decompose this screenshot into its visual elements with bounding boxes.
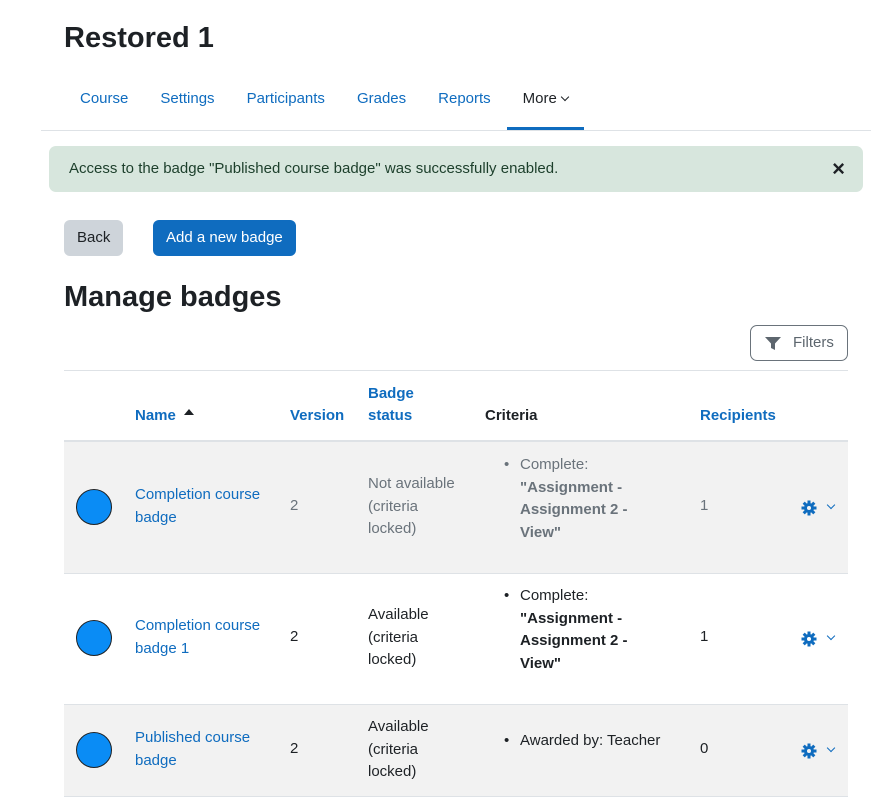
criteria-line3: View" bbox=[520, 654, 562, 672]
bullet-icon: • bbox=[504, 732, 510, 749]
criteria-line1: "Assignment - bbox=[520, 609, 623, 627]
nav-divider bbox=[41, 130, 871, 131]
nav-participants[interactable]: Participants bbox=[231, 72, 341, 130]
badge-image bbox=[76, 489, 112, 525]
badge-status: Not available (criteria locked) bbox=[368, 473, 478, 541]
status-line2: (criteria bbox=[368, 497, 419, 515]
th-criteria: Criteria bbox=[485, 407, 538, 424]
filters-label: Filters bbox=[793, 334, 834, 351]
criteria-line2: Assignment 2 - bbox=[520, 501, 628, 518]
nav-settings[interactable]: Settings bbox=[144, 72, 230, 130]
sort-ascending-icon bbox=[183, 409, 194, 415]
criteria-line3: View" bbox=[520, 523, 562, 541]
criteria-prefix: Complete: bbox=[520, 456, 589, 473]
section-title: Manage badges bbox=[64, 281, 282, 313]
nav-course[interactable]: Course bbox=[64, 72, 144, 130]
actions-menu[interactable] bbox=[801, 741, 841, 761]
gear-icon bbox=[801, 743, 817, 759]
nav-more-dropdown[interactable]: More bbox=[506, 72, 584, 130]
status-line1: Available bbox=[368, 606, 429, 623]
th-badge-status-line1: Badge bbox=[368, 385, 414, 402]
badge-image bbox=[76, 732, 112, 768]
status-line1: Available bbox=[368, 718, 429, 735]
criteria-line1: "Assignment - bbox=[520, 478, 623, 496]
nav-grades[interactable]: Grades bbox=[341, 72, 422, 130]
add-badge-button[interactable]: Add a new badge bbox=[153, 220, 296, 256]
filters-button[interactable]: Filters bbox=[750, 325, 848, 361]
th-badge-status[interactable]: Badge status bbox=[368, 383, 414, 427]
secondary-navigation: Course Settings Participants Grades Repo… bbox=[64, 72, 584, 130]
success-alert: Access to the badge "Published course ba… bbox=[49, 146, 863, 192]
badge-criteria: • Complete: "Assignment - Assignment 2 -… bbox=[504, 585, 639, 675]
table-top-border bbox=[64, 370, 848, 371]
alert-message: Access to the badge "Published course ba… bbox=[69, 160, 559, 177]
chevron-down-icon bbox=[560, 92, 570, 102]
funnel-icon bbox=[765, 337, 781, 350]
chevron-down-icon bbox=[826, 631, 836, 641]
badge-recipients: 1 bbox=[700, 497, 709, 514]
status-line3: locked) bbox=[368, 520, 417, 537]
nav-more-label: More bbox=[522, 90, 557, 107]
chevron-down-icon bbox=[826, 500, 836, 510]
criteria-prefix: Complete: bbox=[520, 587, 589, 604]
table-row: Published course badge 2 Available (crit… bbox=[64, 705, 848, 797]
badge-name-line1: Completion course bbox=[135, 617, 261, 634]
badge-image bbox=[76, 620, 112, 656]
bullet-icon: • bbox=[504, 456, 510, 473]
badge-name-line2: badge 1 bbox=[135, 639, 190, 657]
status-line2: (criteria bbox=[368, 628, 419, 646]
actions-menu[interactable] bbox=[801, 629, 841, 649]
badge-criteria: • Awarded by: Teacher bbox=[504, 730, 664, 753]
status-line3: locked) bbox=[368, 651, 417, 668]
badge-name-link[interactable]: Published course badge bbox=[135, 727, 275, 772]
badge-criteria: • Complete: "Assignment - Assignment 2 -… bbox=[504, 454, 639, 544]
badge-version: 2 bbox=[290, 740, 299, 757]
gear-icon bbox=[801, 500, 817, 516]
gear-icon bbox=[801, 631, 817, 647]
badge-version: 2 bbox=[290, 497, 299, 514]
badge-status: Available (criteria locked) bbox=[368, 716, 478, 784]
status-line2: (criteria bbox=[368, 740, 419, 758]
badge-version: 2 bbox=[290, 628, 299, 645]
badge-name-line2: badge bbox=[135, 751, 177, 769]
badge-name-link[interactable]: Completion course badge bbox=[135, 484, 275, 529]
table-row: Completion course badge 1 2 Available (c… bbox=[64, 574, 848, 705]
nav-reports[interactable]: Reports bbox=[422, 72, 507, 130]
badge-name-line2: badge bbox=[135, 508, 177, 526]
badge-status: Available (criteria locked) bbox=[368, 604, 478, 672]
badge-recipients: 1 bbox=[700, 628, 709, 645]
criteria-text: Awarded by: Teacher bbox=[520, 732, 661, 749]
page-title: Restored 1 bbox=[64, 22, 214, 54]
status-line3: locked) bbox=[368, 763, 417, 780]
th-name-label: Name bbox=[135, 407, 176, 424]
badge-name-link[interactable]: Completion course badge 1 bbox=[135, 615, 275, 660]
criteria-line2: Assignment 2 - bbox=[520, 632, 628, 649]
back-button[interactable]: Back bbox=[64, 220, 124, 256]
status-line1: Not available bbox=[368, 475, 455, 492]
table-row: Completion course badge 2 Not available … bbox=[64, 442, 848, 574]
th-badge-status-line2: status bbox=[368, 407, 413, 424]
badge-name-line1: Published course bbox=[135, 729, 251, 746]
actions-menu[interactable] bbox=[801, 498, 841, 518]
th-recipients[interactable]: Recipients bbox=[700, 405, 776, 427]
bullet-icon: • bbox=[504, 587, 510, 604]
chevron-down-icon bbox=[826, 743, 836, 753]
badge-name-line1: Completion course bbox=[135, 486, 261, 503]
badge-recipients: 0 bbox=[700, 740, 709, 757]
th-name[interactable]: Name bbox=[135, 405, 194, 427]
th-version[interactable]: Version bbox=[290, 405, 344, 427]
close-icon[interactable]: × bbox=[832, 146, 845, 192]
